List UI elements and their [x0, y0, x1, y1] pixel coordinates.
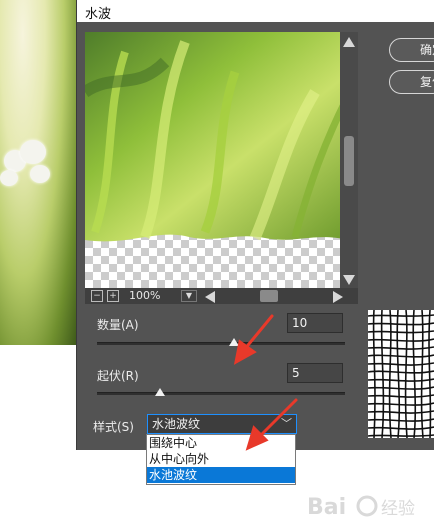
scroll-right-icon[interactable] — [333, 291, 343, 303]
ok-button[interactable]: 确定 — [389, 38, 434, 62]
ripple-grid-image — [368, 310, 434, 438]
dialog-title: 水波 — [85, 7, 112, 22]
chevron-down-icon: ﹀ — [281, 417, 292, 430]
horizontal-scroll-thumb[interactable] — [260, 290, 278, 302]
zoom-in-button[interactable]: + — [107, 290, 119, 302]
preview-zoom-bar: − + 100% ▼ — [85, 288, 358, 304]
zoom-dropdown-chevron-icon[interactable]: ▼ — [181, 290, 197, 302]
baidu-watermark: Bai 经验 — [305, 486, 430, 526]
paw-icon — [356, 495, 378, 517]
baidu-logo-icon: Bai 经验 — [307, 495, 415, 520]
style-label: 样式(S) — [93, 420, 134, 434]
amount-input[interactable]: 10 — [287, 313, 343, 333]
watermark-suffix: 经验 — [381, 499, 415, 519]
style-option[interactable]: 围绕中心 — [147, 435, 295, 451]
background-photo — [0, 0, 76, 345]
zoom-level: 100% — [129, 289, 161, 302]
scroll-left-icon[interactable] — [205, 291, 215, 303]
style-option-selected[interactable]: 水池波纹 — [147, 467, 295, 483]
flower — [30, 165, 50, 183]
style-option[interactable]: 从中心向外 — [147, 451, 295, 467]
scroll-down-icon[interactable] — [343, 275, 355, 285]
style-dropdown-list: 围绕中心 从中心向外 水池波纹 — [146, 434, 296, 485]
preview-vertical-scrollbar[interactable] — [340, 32, 358, 290]
zoom-out-button[interactable]: − — [91, 290, 103, 302]
reset-button[interactable]: 复位 — [389, 70, 434, 94]
amount-label: 数量(A) — [97, 318, 139, 332]
flower — [20, 140, 46, 164]
ridges-label: 起伏(R) — [97, 369, 139, 383]
filter-preview[interactable] — [85, 32, 348, 290]
scroll-thumb[interactable] — [344, 136, 354, 186]
ridges-slider-track[interactable] — [97, 392, 345, 395]
watermark-brand: Bai — [307, 495, 346, 520]
scroll-up-icon[interactable] — [343, 37, 355, 47]
flower — [0, 170, 18, 186]
ridges-slider-knob[interactable] — [155, 388, 165, 396]
ridges-input[interactable]: 5 — [287, 363, 343, 383]
ripple-thumbnail — [368, 310, 434, 438]
amount-slider-knob[interactable] — [229, 338, 239, 346]
style-select-value: 水池波纹 — [152, 417, 201, 431]
preview-image — [85, 32, 348, 290]
dialog-titlebar[interactable]: 水波 — [77, 0, 434, 22]
amount-slider-track[interactable] — [97, 342, 345, 345]
style-select[interactable]: 水池波纹 ﹀ — [147, 414, 297, 434]
